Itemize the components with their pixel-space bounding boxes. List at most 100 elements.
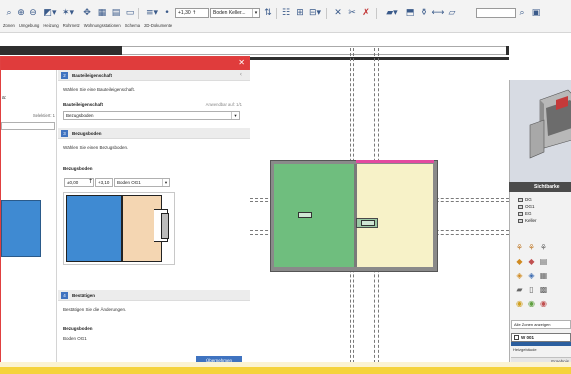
tool-row: ◆ ◆ ▤ — [515, 254, 571, 268]
align-icon[interactable]: ☷ — [280, 7, 292, 19]
cross-icon[interactable]: ✕ — [332, 7, 344, 19]
lasso-icon[interactable]: ⌕ — [4, 7, 14, 19]
stair-icon[interactable]: ⚘ — [515, 243, 524, 252]
chevron-left-icon[interactable]: ‹ — [240, 71, 242, 78]
window-icon[interactable]: ▩ — [539, 285, 548, 294]
field-label: Bezugsboden — [63, 166, 93, 171]
level-combo[interactable]: Boden Keller... ▾ — [210, 8, 260, 18]
wall-style-icon[interactable]: ≡▾ — [144, 7, 160, 19]
zoom-out-icon[interactable]: ⊖ — [28, 7, 38, 19]
canvas-ruler — [122, 46, 506, 55]
level-combo[interactable]: Boden OG1 ▾ — [114, 178, 170, 187]
main-toolbar: ⌕ ⊕ ⊖ ◩▾ ✶▾ ✥ ▦ ▤ ▭ ≡▾ • +1,30 ↑ Boden K… — [0, 0, 571, 33]
search-input[interactable] — [476, 8, 516, 18]
grid-icon[interactable]: ▦ — [96, 7, 108, 19]
step-title: Bestätigen — [72, 293, 96, 298]
layer-item[interactable]: EG — [518, 211, 532, 217]
move-icon[interactable]: ✥ — [80, 7, 94, 19]
step-3-header[interactable]: 3 Bezugsboden — [58, 128, 250, 139]
wall-icon[interactable]: ▰ — [515, 285, 524, 294]
3d-preview[interactable] — [509, 80, 571, 182]
zone-yellow[interactable] — [356, 164, 433, 267]
select-filter-icon[interactable]: ◩▾ — [42, 7, 58, 19]
level-to-field[interactable]: +3,10 — [95, 178, 113, 187]
property-select[interactable]: Bezugsboden ▾ — [63, 111, 240, 120]
step-title: Bauteileigenschaft — [72, 73, 113, 78]
menu-item[interactable]: Heizung — [43, 23, 58, 31]
step-number: 2 — [61, 72, 68, 79]
menu-item[interactable]: Umgebung — [19, 23, 40, 31]
layer-item[interactable]: Keller — [518, 218, 537, 224]
checkbox[interactable] — [514, 335, 519, 340]
floor-plan[interactable] — [270, 160, 438, 272]
view-3d-icon[interactable]: ▰▾ — [382, 7, 402, 19]
tool-row: ◈ ◈ ▦ — [515, 268, 571, 282]
chevron-down-icon[interactable]: ▾ — [231, 112, 239, 119]
settings-icon[interactable]: ▣ — [530, 7, 542, 19]
visibility-panel-header[interactable]: Sichtbarke — [509, 182, 571, 192]
dimension-icon[interactable]: ⊞ — [294, 7, 306, 19]
layer-item[interactable]: OG1 — [518, 204, 535, 210]
applicable-note: Anwendbar auf: 1/1 — [205, 102, 242, 107]
highlighted-wall[interactable] — [356, 160, 434, 163]
tree-icon[interactable]: ◉ — [527, 299, 536, 308]
level-combo-value: Boden Keller... — [213, 10, 246, 16]
snap-icon[interactable]: ✶▾ — [60, 7, 76, 19]
delete-icon[interactable]: ✗ — [360, 7, 372, 19]
grid-icon[interactable]: ▦ — [539, 271, 548, 280]
cut-icon[interactable]: ✂ — [346, 7, 358, 19]
layer-item[interactable]: DG — [518, 197, 532, 203]
close-icon[interactable]: ✕ — [238, 58, 245, 67]
zone-filter-select[interactable]: Alle Zonen anzeigen — [511, 320, 571, 329]
section-icon[interactable]: ⬒ — [404, 7, 416, 19]
menu-item[interactable]: Schema — [125, 23, 140, 31]
lamp-icon[interactable]: ◉ — [515, 299, 524, 308]
pipe-icon[interactable]: ◈ — [527, 271, 536, 280]
menu-item[interactable]: Rohrnetz — [63, 23, 80, 31]
door-icon[interactable]: ▯ — [527, 285, 536, 294]
stack-icon[interactable]: ⊟▾ — [308, 7, 322, 19]
menu-item[interactable]: 2D-Dokumente — [144, 23, 172, 31]
step-4-header[interactable]: 4 Bestätigen — [58, 290, 250, 301]
toolbar-separator — [138, 8, 139, 19]
tool-icon[interactable]: ⚘ — [539, 243, 548, 252]
furniture-icon[interactable]: ◆ — [515, 257, 524, 266]
heating-icon[interactable]: ◆ — [527, 257, 536, 266]
chevron-down-icon[interactable]: ▾ — [252, 9, 259, 17]
filter-icon[interactable]: ⇅ — [263, 7, 273, 19]
radiator-icon[interactable]: ▤ — [539, 257, 548, 266]
zoom-in-icon[interactable]: ⊕ — [16, 7, 26, 19]
plant-icon[interactable]: ⚘ — [527, 243, 536, 252]
step-2-header[interactable]: 2 Bauteileigenschaft ‹ — [58, 70, 250, 81]
result-label: Bezugsboden — [63, 326, 93, 331]
menu-item[interactable]: Wohnungsstationen — [84, 23, 121, 31]
zone-color-bar — [511, 342, 571, 346]
zone-entry[interactable]: W 001 — [511, 333, 571, 342]
zone-type-label: Heizgebäude — [513, 347, 537, 352]
valve-icon[interactable]: ◉ — [539, 299, 548, 308]
document-icon[interactable]: ▱ — [446, 7, 458, 19]
zone-tag[interactable] — [298, 212, 312, 218]
zone-green[interactable] — [274, 164, 356, 267]
diamond-icon[interactable]: ◈ — [515, 271, 524, 280]
level-name: Boden OG1 — [117, 180, 141, 185]
layer-icon — [518, 219, 523, 223]
chevron-down-icon[interactable]: ▾ — [162, 179, 169, 186]
selected-count: Selektiert: 1 — [32, 113, 55, 118]
zone-tag[interactable] — [361, 220, 375, 226]
search-icon[interactable]: ⌕ — [517, 7, 527, 19]
step-title: Bezugsboden — [72, 131, 102, 136]
level-icon[interactable]: ▤ — [110, 7, 122, 19]
level-to-value: +3,10 — [98, 180, 110, 185]
partition-wall[interactable] — [354, 164, 357, 267]
link-icon[interactable]: ⟷ — [432, 7, 445, 19]
level-from-field[interactable]: ±0,00 ↑ — [64, 178, 94, 187]
elevation-input[interactable]: +1,30 ↑ — [175, 8, 209, 18]
render-icon[interactable]: ▭ — [125, 7, 135, 19]
preview-zone-blue — [66, 195, 122, 262]
tool-row: ▰ ▯ ▩ — [515, 282, 571, 296]
menu-item[interactable]: Zonen — [3, 23, 15, 31]
selection-input[interactable] — [1, 122, 55, 130]
building-3d-icon — [529, 89, 571, 159]
object-icon[interactable]: ⚱ — [418, 7, 430, 19]
